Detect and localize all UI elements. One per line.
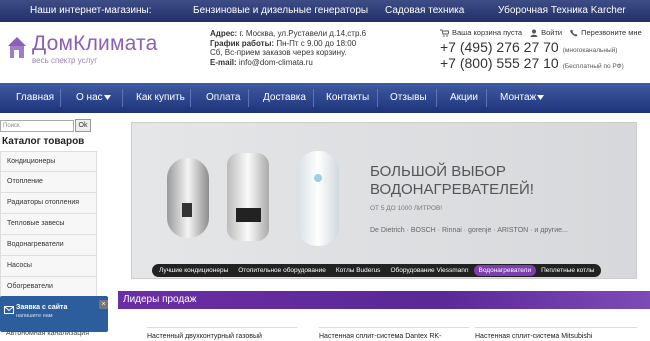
slider-tab-heating[interactable]: Отопительное оборудование	[233, 265, 331, 276]
nav-contacts[interactable]: Контакты	[326, 92, 369, 103]
water-heater-image	[167, 151, 339, 246]
catalog-item-water-heaters[interactable]: Водонагреватели	[0, 235, 97, 256]
user-icon	[530, 29, 538, 37]
product-card[interactable]: Настенная сплит-система Mitsubishi	[475, 327, 637, 341]
house-icon	[8, 37, 26, 58]
hours-label: График работы:	[210, 38, 275, 48]
logo-tagline: весь спектр услуг	[32, 56, 98, 65]
nav-delivery[interactable]: Доставка	[263, 92, 306, 103]
callback-widget[interactable]: Заявка с сайта напишите нам	[0, 296, 108, 332]
promo-banner[interactable]: БОЛЬШОЙ ВЫБОР ВОДОНАГРЕВАТЕЛЕЙ! ОТ 5 ДО …	[131, 122, 637, 279]
catalog-item-conditioners[interactable]: Кондиционеры	[0, 151, 97, 172]
slider-tab-conditioners[interactable]: Лучшие кондиционеры	[154, 265, 233, 276]
chevron-down-icon	[104, 95, 111, 100]
cart-icon	[440, 29, 449, 37]
cart-label: Ваша корзина пуста	[452, 28, 523, 37]
leaders-title: Лидеры продаж	[123, 294, 197, 305]
slider-tab-viessmann[interactable]: Оборудование Viessmann	[385, 265, 473, 276]
weekend-note: Сб, Вс-прием заказов через корзину.	[210, 48, 347, 57]
phone-free-number: +7 (800) 555 27 10	[440, 55, 559, 71]
catalog-list: Кондиционеры Отопление Радиаторы отоплен…	[0, 151, 97, 298]
chevron-down-icon	[537, 95, 544, 100]
search-button[interactable]: Ok	[75, 119, 91, 132]
catalog-title: Каталог товаров	[2, 136, 85, 147]
catalog-item-pumps[interactable]: Насосы	[0, 256, 97, 277]
address-value: г. Москва, ул.Руставели д.14,стр.6	[239, 29, 367, 38]
email-value[interactable]: info@dom-climata.ru	[239, 58, 313, 67]
slider-tab-water-heaters[interactable]: Водонагреватели	[473, 265, 537, 276]
phone-free[interactable]: +7 (800) 555 27 10 (Бесплатный по РФ)	[440, 55, 624, 71]
banner-subtitle: ОТ 5 ДО 1000 ЛИТРОВ!	[370, 205, 443, 212]
hours-value: Пн-Пт с 9.00 до 18:00	[276, 38, 357, 48]
callback-label: Перезвоните мне	[581, 28, 642, 37]
phone-icon	[570, 29, 578, 36]
phone-moscow-note: (многоканальный)	[562, 47, 618, 54]
nav-how-to-buy[interactable]: Как купить	[136, 92, 185, 103]
callback-link[interactable]: Перезвоните мне	[570, 28, 642, 37]
shop-link-generators[interactable]: Бензиновые и дизельные генераторы	[193, 5, 368, 16]
login-label: Войти	[541, 28, 563, 37]
address-label: Адрес:	[210, 29, 238, 38]
catalog-item-sewage[interactable]: Автономная канализация	[6, 330, 89, 337]
catalog-item-curtains[interactable]: Тепловые завесы	[0, 214, 97, 235]
catalog-item-radiators[interactable]: Радиаторы отопления	[0, 193, 97, 214]
nav-installation[interactable]: Монтаж	[500, 92, 536, 103]
search-input[interactable]: Поиск	[0, 120, 74, 132]
banner-title-line1: БОЛЬШОЙ ВЫБОР	[370, 163, 506, 180]
nav-promotions[interactable]: Акции	[450, 92, 478, 103]
product-card[interactable]: Настенный двухконтурный газовый	[147, 327, 297, 341]
contact-info: Адрес: г. Москва, ул.Руставели д.14,стр.…	[210, 29, 366, 67]
nav-payment[interactable]: Оплата	[206, 92, 240, 103]
login-link[interactable]: Войти	[530, 28, 562, 37]
shop-link-garden[interactable]: Садовая техника	[385, 5, 464, 16]
cart-link[interactable]: Ваша корзина пуста	[440, 28, 522, 37]
main-nav: Главная О нас Как купить Оплата Доставка…	[0, 83, 650, 113]
top-bar: Наши интернет-магазины: Бензиновые и диз…	[0, 0, 650, 22]
logo-name: ДомКлимата	[32, 32, 158, 55]
leaders-section-header: Лидеры продаж	[118, 291, 650, 309]
shop-link-karcher[interactable]: Уборочная Техника Karcher	[498, 5, 626, 16]
banner-title-line2: ВОДОНАГРЕВАТЕЛЕЙ!	[370, 181, 534, 198]
nav-home[interactable]: Главная	[16, 92, 54, 103]
callback-widget-subtitle: напишите нам	[16, 313, 53, 319]
product-card[interactable]: Настенная сплит-система Dantex RK-	[319, 327, 469, 341]
shops-label: Наши интернет-магазины:	[30, 5, 152, 16]
catalog-item-heaters[interactable]: Обогреватели	[0, 277, 97, 298]
slider-tab-pellet[interactable]: Пеплетные котлы	[536, 265, 599, 276]
close-icon[interactable]: ×	[99, 300, 108, 309]
slider-tabs: Лучшие кондиционеры Отопительное оборудо…	[152, 264, 602, 277]
header-links: Ваша корзина пуста Войти Перезвоните мне	[440, 28, 642, 37]
envelope-icon	[4, 306, 14, 314]
logo[interactable]: ДомКлимата весь спектр услуг	[6, 32, 186, 72]
phone-moscow-number: +7 (495) 276 27 70	[440, 39, 559, 55]
slider-tab-buderus[interactable]: Котлы Buderus	[331, 265, 386, 276]
catalog-item-heating[interactable]: Отопление	[0, 172, 97, 193]
email-label: E-mail:	[210, 57, 237, 67]
nav-about[interactable]: О нас	[76, 92, 103, 103]
banner-brands: De Dietrich · BOSCH · Rinnai · gorenje ·…	[370, 227, 568, 234]
callback-widget-title: Заявка с сайта	[16, 304, 68, 311]
phone-free-note: (Бесплатный по РФ)	[562, 63, 624, 70]
phone-moscow[interactable]: +7 (495) 276 27 70 (многоканальный)	[440, 39, 617, 55]
nav-reviews[interactable]: Отзывы	[390, 92, 427, 103]
